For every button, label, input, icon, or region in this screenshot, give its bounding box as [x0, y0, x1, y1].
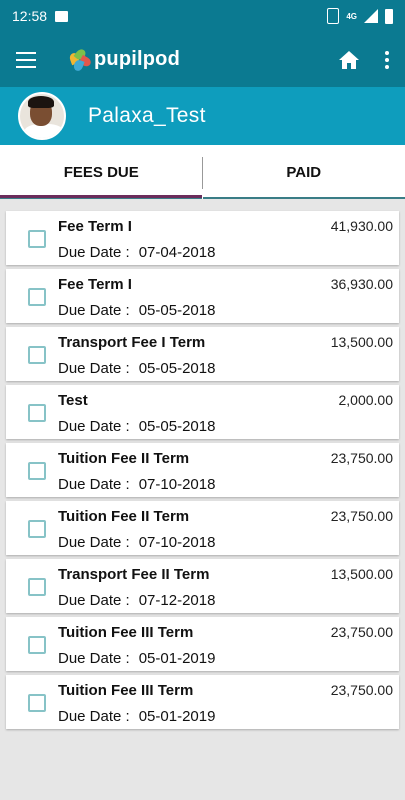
fee-item[interactable]: Transport Fee II Term 13,500.00 Due Date… — [6, 559, 399, 613]
fee-title: Fee Term I — [58, 218, 132, 235]
profile-band: Palaxa_Test — [0, 87, 405, 145]
fee-checkbox[interactable] — [28, 404, 46, 422]
due-date-value: 05-05-2018 — [138, 418, 216, 435]
due-date-label: Due Date : — [58, 418, 130, 435]
due-date-value: 07-10-2018 — [138, 534, 216, 551]
fee-due-date: Due Date : 07-10-2018 — [58, 534, 215, 551]
fee-checkbox[interactable] — [28, 346, 46, 364]
fee-item[interactable]: Tuition Fee III Term 23,750.00 Due Date … — [6, 675, 399, 729]
signal-icon — [364, 9, 378, 23]
brand-name: pupilpod — [94, 48, 181, 70]
fee-due-date: Due Date : 07-10-2018 — [58, 476, 215, 493]
profile-name: Palaxa_Test — [88, 104, 206, 127]
fee-checkbox[interactable] — [28, 636, 46, 654]
tab-divider — [202, 157, 203, 189]
fee-due-date: Due Date : 05-05-2018 — [58, 418, 215, 435]
home-icon[interactable] — [339, 50, 359, 69]
fee-checkbox[interactable] — [28, 288, 46, 306]
fee-checkbox[interactable] — [28, 578, 46, 596]
fee-title: Transport Fee I Term — [58, 334, 206, 351]
network-type: 4G — [346, 11, 357, 21]
fee-checkbox[interactable] — [28, 694, 46, 712]
app-bar-actions — [339, 50, 389, 69]
fee-due-date: Due Date : 05-01-2019 — [58, 650, 215, 667]
status-time: 12:58 — [12, 8, 48, 24]
more-vert-icon[interactable] — [385, 50, 389, 69]
brand: pupilpod — [68, 46, 181, 72]
inactive-tab-indicator — [203, 197, 405, 199]
fee-amount: 23,750.00 — [330, 682, 393, 698]
fee-amount: 36,930.00 — [330, 276, 393, 292]
fee-item[interactable]: Fee Term I 36,930.00 Due Date : 05-05-201… — [6, 269, 399, 323]
due-date-value: 05-05-2018 — [138, 360, 216, 377]
fee-title: Transport Fee II Term — [58, 566, 210, 583]
fee-item[interactable]: Tuition Fee II Term 23,750.00 Due Date :… — [6, 501, 399, 555]
due-date-value: 05-01-2019 — [138, 708, 216, 725]
status-icons: 4G — [327, 8, 393, 24]
fee-title: Tuition Fee II Term — [58, 450, 190, 467]
due-date-label: Due Date : — [58, 476, 130, 493]
due-date-value: 05-01-2019 — [138, 650, 216, 667]
fee-amount: 23,750.00 — [330, 450, 393, 466]
status-bar: 12:58 4G — [0, 0, 405, 32]
fee-due-date: Due Date : 07-12-2018 — [58, 592, 215, 609]
fee-item[interactable]: Test 2,000.00 Due Date : 05-05-2018 — [6, 385, 399, 439]
fee-amount: 41,930.00 — [330, 218, 393, 234]
vibrate-icon — [327, 8, 340, 24]
fee-checkbox[interactable] — [28, 520, 46, 538]
fee-due-date: Due Date : 05-05-2018 — [58, 360, 215, 377]
due-date-label: Due Date : — [58, 650, 130, 667]
fee-checkbox[interactable] — [28, 462, 46, 480]
fee-amount: 13,500.00 — [330, 566, 393, 582]
fee-amount: 23,750.00 — [330, 508, 393, 524]
fee-title: Tuition Fee II Term — [58, 508, 190, 525]
fee-amount: 2,000.00 — [338, 392, 394, 408]
fee-amount: 23,750.00 — [330, 624, 393, 640]
fee-title: Tuition Fee III Term — [58, 682, 194, 699]
tab-paid[interactable]: PAID — [203, 145, 405, 199]
due-date-label: Due Date : — [58, 592, 130, 609]
fee-item[interactable]: Tuition Fee II Term 23,750.00 Due Date :… — [6, 443, 399, 497]
fee-due-date: Due Date : 05-01-2019 — [58, 708, 215, 725]
due-date-value: 07-12-2018 — [138, 592, 216, 609]
tab-fees-due[interactable]: FEES DUE — [0, 145, 203, 199]
tab-bar: FEES DUE PAID — [0, 145, 405, 199]
fee-item[interactable]: Transport Fee I Term 13,500.00 Due Date … — [6, 327, 399, 381]
pupilpod-logo — [68, 46, 93, 72]
fee-title: Test — [58, 392, 88, 409]
due-date-value: 07-04-2018 — [138, 244, 216, 261]
fee-checkbox[interactable] — [28, 230, 46, 248]
fees-list: Fee Term I 41,930.00 Due Date : 07-04-201… — [6, 211, 399, 733]
fee-amount: 13,500.00 — [330, 334, 393, 350]
due-date-value: 05-05-2018 — [138, 302, 216, 319]
due-date-label: Due Date : — [58, 708, 130, 725]
fee-item[interactable]: Tuition Fee III Term 23,750.00 Due Date … — [6, 617, 399, 671]
due-date-label: Due Date : — [58, 302, 130, 319]
app-bar: pupilpod — [0, 32, 405, 87]
fee-item[interactable]: Fee Term I 41,930.00 Due Date : 07-04-201… — [6, 211, 399, 265]
due-date-label: Due Date : — [58, 244, 130, 261]
fee-due-date: Due Date : 07-04-2018 — [58, 244, 215, 261]
image-icon — [55, 10, 69, 22]
menu-icon[interactable] — [16, 51, 36, 68]
due-date-label: Due Date : — [58, 360, 130, 377]
due-date-value: 07-10-2018 — [138, 476, 216, 493]
due-date-label: Due Date : — [58, 534, 130, 551]
battery-icon — [385, 8, 393, 24]
fee-title: Tuition Fee III Term — [58, 624, 194, 641]
active-tab-indicator — [0, 195, 202, 199]
fee-due-date: Due Date : 05-05-2018 — [58, 302, 215, 319]
avatar[interactable] — [18, 92, 66, 140]
fee-title: Fee Term I — [58, 276, 132, 293]
